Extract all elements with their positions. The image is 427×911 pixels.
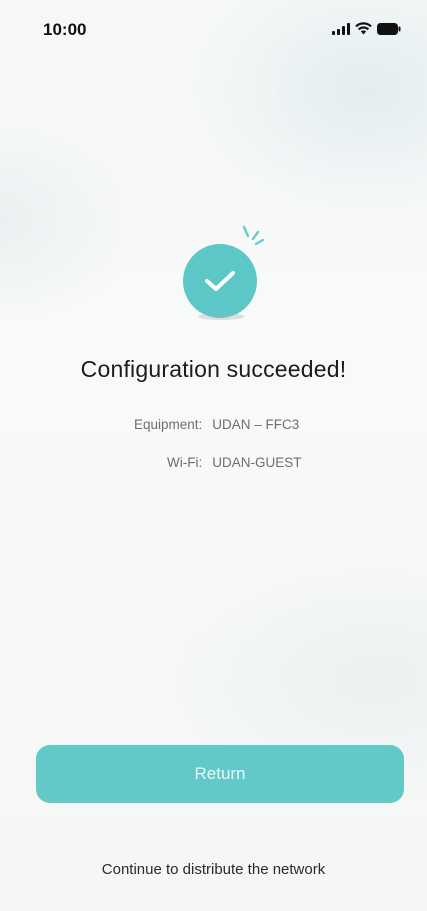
wifi-icon [355,22,372,35]
status-time: 10:00 [43,20,87,39]
status-icons [332,22,401,35]
success-illustration [183,222,273,322]
sparkle-icon [242,225,265,246]
status-bar: 10:00 [0,0,427,62]
wifi-info: Wi-Fi: UDAN-GUEST [167,455,302,470]
signal-icon [332,22,350,35]
background-blob [0,120,140,320]
check-circle-icon [183,244,257,318]
wifi-label: Wi-Fi: [167,455,203,470]
icon-shadow [198,313,244,320]
page-title: Configuration succeeded! [80,356,347,382]
equipment-label: Equipment: [134,417,203,432]
wifi-value: UDAN-GUEST [212,455,302,470]
return-button[interactable]: Return [36,745,404,803]
battery-icon [377,22,401,35]
continue-distribute-link[interactable]: Continue to distribute the network [0,861,427,878]
equipment-info: Equipment: UDAN – FFC3 [134,417,299,432]
equipment-value: UDAN – FFC3 [212,417,300,432]
